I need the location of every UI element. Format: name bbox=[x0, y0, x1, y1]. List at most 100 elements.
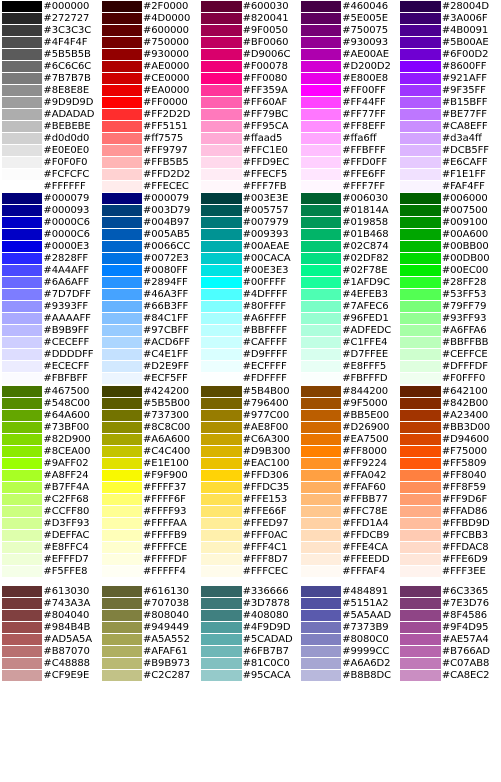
color-cell[interactable]: #6A6AFF bbox=[2, 277, 101, 289]
color-cell[interactable]: #D9FFFF bbox=[201, 349, 300, 361]
color-cell[interactable]: #CF9E9E bbox=[2, 670, 101, 682]
color-cell[interactable]: #00DB00 bbox=[400, 253, 499, 265]
color-cell[interactable]: #FFD0FF bbox=[300, 157, 400, 169]
color-cell[interactable]: #FF8040 bbox=[400, 470, 499, 482]
color-cell[interactable]: #66B3FF bbox=[101, 301, 201, 313]
color-cell[interactable]: #C2FF68 bbox=[2, 494, 101, 506]
color-cell[interactable]: #D9006C bbox=[201, 49, 300, 61]
color-cell[interactable]: #A8FF24 bbox=[2, 470, 101, 482]
color-cell[interactable]: #FF95CA bbox=[201, 121, 300, 133]
color-cell[interactable]: #B766AD bbox=[400, 646, 499, 658]
color-cell[interactable]: #d3a4ff bbox=[400, 133, 499, 145]
color-cell[interactable]: #97CBFF bbox=[101, 325, 201, 337]
color-cell[interactable]: #53FF53 bbox=[400, 289, 499, 301]
color-cell[interactable]: #9F4D95 bbox=[400, 622, 499, 634]
color-cell[interactable]: #336666 bbox=[201, 586, 300, 598]
color-cell[interactable]: #FFF8D7 bbox=[201, 554, 300, 566]
color-cell[interactable]: #796400 bbox=[201, 398, 300, 410]
color-cell[interactable]: #D3FF93 bbox=[2, 518, 101, 530]
color-cell[interactable]: #ADADAD bbox=[2, 109, 101, 121]
color-cell[interactable]: #73BF00 bbox=[2, 422, 101, 434]
color-cell[interactable]: #FFF3EE bbox=[400, 566, 499, 578]
color-cell[interactable]: #9999CC bbox=[300, 646, 400, 658]
color-cell[interactable]: #FFECF5 bbox=[201, 169, 300, 181]
color-cell[interactable]: #B7FF4A bbox=[2, 482, 101, 494]
color-cell[interactable]: #D94600 bbox=[400, 434, 499, 446]
color-cell[interactable]: #FFE153 bbox=[201, 494, 300, 506]
color-cell[interactable]: #616130 bbox=[101, 586, 201, 598]
color-cell[interactable]: #FFFFCE bbox=[101, 542, 201, 554]
color-cell[interactable]: #FFCBB3 bbox=[400, 530, 499, 542]
color-cell[interactable]: #FFE66F bbox=[201, 506, 300, 518]
color-cell[interactable]: #EAC100 bbox=[201, 458, 300, 470]
color-cell[interactable]: #842B00 bbox=[400, 398, 499, 410]
color-cell[interactable]: #8F4586 bbox=[400, 610, 499, 622]
color-cell[interactable]: #7B7B7B bbox=[2, 73, 101, 85]
color-cell[interactable]: #E0E0E0 bbox=[2, 145, 101, 157]
color-cell[interactable]: #005AB5 bbox=[101, 229, 201, 241]
color-cell[interactable]: #2894FF bbox=[101, 277, 201, 289]
color-cell[interactable]: #8600FF bbox=[400, 61, 499, 73]
color-cell[interactable]: #DDDDFF bbox=[2, 349, 101, 361]
color-cell[interactable]: #9393FF bbox=[2, 301, 101, 313]
color-cell[interactable]: #743A3A bbox=[2, 598, 101, 610]
color-cell[interactable]: #FFE4CA bbox=[300, 542, 400, 554]
color-cell[interactable]: #FFFAF4 bbox=[300, 566, 400, 578]
color-cell[interactable]: #FFECEC bbox=[101, 181, 201, 193]
color-cell[interactable]: #8C8C00 bbox=[101, 422, 201, 434]
color-cell[interactable]: #AE57A4 bbox=[400, 634, 499, 646]
color-cell[interactable]: #007500 bbox=[400, 205, 499, 217]
color-cell[interactable]: #FF8F59 bbox=[400, 482, 499, 494]
color-cell[interactable]: #ffa6ff bbox=[300, 133, 400, 145]
color-cell[interactable]: #C07AB8 bbox=[400, 658, 499, 670]
color-cell[interactable]: #FFED97 bbox=[201, 518, 300, 530]
color-cell[interactable]: #28FF28 bbox=[400, 277, 499, 289]
color-cell[interactable]: #0080FF bbox=[101, 265, 201, 277]
color-cell[interactable]: #BF0060 bbox=[201, 37, 300, 49]
color-cell[interactable]: #FFF7FB bbox=[201, 181, 300, 193]
color-cell[interactable]: #CEFFCE bbox=[400, 349, 499, 361]
color-cell[interactable]: #FFAF60 bbox=[300, 482, 400, 494]
color-cell[interactable]: #FFFFFF bbox=[2, 181, 101, 193]
color-cell[interactable]: #0000E3 bbox=[2, 241, 101, 253]
color-cell[interactable]: #0072E3 bbox=[101, 253, 201, 265]
color-cell[interactable]: #E6CAFF bbox=[400, 157, 499, 169]
color-cell[interactable]: #613030 bbox=[2, 586, 101, 598]
color-cell[interactable]: #C2C287 bbox=[101, 670, 201, 682]
color-cell[interactable]: #AE0000 bbox=[101, 61, 201, 73]
color-cell[interactable]: #737300 bbox=[101, 410, 201, 422]
color-cell[interactable]: #009393 bbox=[201, 229, 300, 241]
color-cell[interactable]: #EA7500 bbox=[300, 434, 400, 446]
color-cell[interactable]: #FFFF37 bbox=[101, 482, 201, 494]
color-cell[interactable]: #FFFF93 bbox=[101, 506, 201, 518]
color-cell[interactable]: #6F00D2 bbox=[400, 49, 499, 61]
color-cell[interactable]: #FFE6D9 bbox=[400, 554, 499, 566]
color-cell[interactable]: #2828FF bbox=[2, 253, 101, 265]
color-cell[interactable]: #FFAD86 bbox=[400, 506, 499, 518]
color-cell[interactable]: #844200 bbox=[300, 386, 400, 398]
color-cell[interactable]: #FF5809 bbox=[400, 458, 499, 470]
color-cell[interactable]: #64A600 bbox=[2, 410, 101, 422]
color-cell[interactable]: #1AFD9C bbox=[300, 277, 400, 289]
color-cell[interactable]: #D200D2 bbox=[300, 61, 400, 73]
color-cell[interactable]: #FF9797 bbox=[101, 145, 201, 157]
color-cell[interactable]: #007979 bbox=[201, 217, 300, 229]
color-cell[interactable]: #FF359A bbox=[201, 85, 300, 97]
color-cell[interactable]: #FDFFFF bbox=[201, 373, 300, 385]
color-cell[interactable]: #3D7878 bbox=[201, 598, 300, 610]
color-cell[interactable]: #F1E1FF bbox=[400, 169, 499, 181]
color-cell[interactable]: #FFFFF4 bbox=[101, 566, 201, 578]
color-cell[interactable]: #460046 bbox=[300, 1, 400, 13]
color-cell[interactable]: #DFFFDF bbox=[400, 361, 499, 373]
color-cell[interactable]: #F9F900 bbox=[101, 470, 201, 482]
color-cell[interactable]: #750075 bbox=[300, 25, 400, 37]
color-cell[interactable]: #E8FFC4 bbox=[2, 542, 101, 554]
color-cell[interactable]: #A6FFFF bbox=[201, 313, 300, 325]
color-cell[interactable]: #00BB00 bbox=[400, 241, 499, 253]
color-cell[interactable]: #467500 bbox=[2, 386, 101, 398]
color-cell[interactable]: #0000C6 bbox=[2, 217, 101, 229]
color-cell[interactable]: #46A3FF bbox=[101, 289, 201, 301]
color-cell[interactable]: #7D7DFF bbox=[2, 289, 101, 301]
color-cell[interactable]: #4B0091 bbox=[400, 25, 499, 37]
color-cell[interactable]: #28004D bbox=[400, 1, 499, 13]
